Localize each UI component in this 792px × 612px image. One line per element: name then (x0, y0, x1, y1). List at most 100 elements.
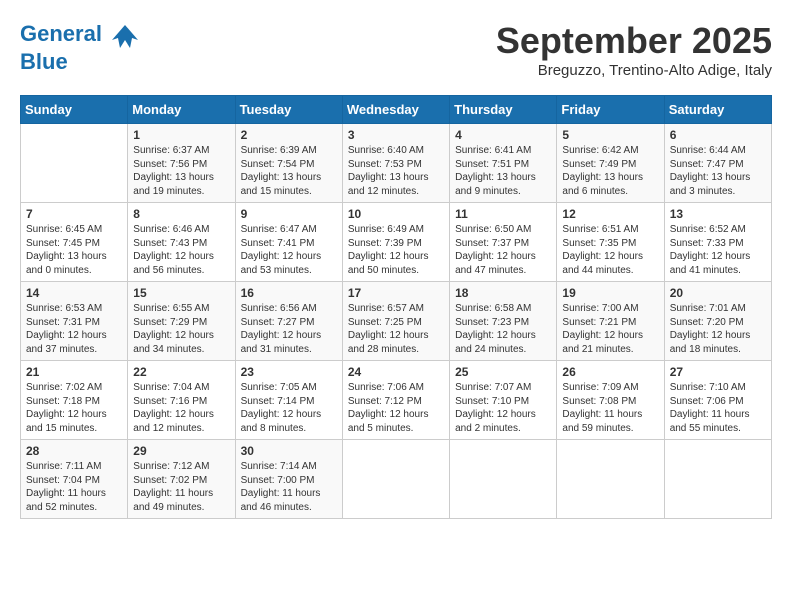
logo-bird-icon (110, 20, 140, 50)
day-number: 16 (241, 286, 337, 300)
calendar-cell: 27Sunrise: 7:10 AM Sunset: 7:06 PM Dayli… (664, 361, 771, 440)
day-number: 29 (133, 444, 229, 458)
day-number: 19 (562, 286, 658, 300)
cell-content: Sunrise: 6:37 AM Sunset: 7:56 PM Dayligh… (133, 144, 229, 198)
day-number: 12 (562, 207, 658, 221)
calendar-header-row: SundayMondayTuesdayWednesdayThursdayFrid… (21, 96, 772, 124)
cell-content: Sunrise: 6:45 AM Sunset: 7:45 PM Dayligh… (26, 223, 122, 277)
calendar-cell: 19 Sunrise: 7:00 AM Sunset: 7:21 PM Dayli… (557, 282, 664, 361)
day-header-tuesday: Tuesday (235, 96, 342, 124)
calendar-cell: 28Sunrise: 7:11 AM Sunset: 7:04 PM Dayli… (21, 440, 128, 519)
calendar-cell: 18 Sunrise: 6:58 AM Sunset: 7:23 PM Dayli… (450, 282, 557, 361)
calendar-cell: 29 Sunrise: 7:12 AM Sunset: 7:02 PM Dayli… (128, 440, 235, 519)
calendar-cell: 21Sunrise: 7:02 AM Sunset: 7:18 PM Dayli… (21, 361, 128, 440)
day-number: 26 (562, 365, 658, 379)
day-number: 27 (670, 365, 766, 379)
calendar-cell: 24 Sunrise: 7:06 AM Sunset: 7:12 PM Dayli… (342, 361, 449, 440)
cell-content: Sunrise: 7:01 AM Sunset: 7:20 PM Dayligh… (670, 302, 766, 356)
day-number: 24 (348, 365, 444, 379)
calendar-cell: 16 Sunrise: 6:56 AM Sunset: 7:27 PM Dayli… (235, 282, 342, 361)
cell-content: Sunrise: 6:58 AM Sunset: 7:23 PM Dayligh… (455, 302, 551, 356)
calendar-cell (342, 440, 449, 519)
day-number: 1 (133, 128, 229, 142)
day-number: 7 (26, 207, 122, 221)
calendar-cell: 2 Sunrise: 6:39 AM Sunset: 7:54 PM Daylig… (235, 124, 342, 203)
calendar-cell (450, 440, 557, 519)
calendar-cell: 12 Sunrise: 6:51 AM Sunset: 7:35 PM Dayli… (557, 203, 664, 282)
cell-content: Sunrise: 6:55 AM Sunset: 7:29 PM Dayligh… (133, 302, 229, 356)
cell-content: Sunrise: 7:04 AM Sunset: 7:16 PM Dayligh… (133, 381, 229, 435)
calendar-cell: 8Sunrise: 6:46 AM Sunset: 7:43 PM Daylig… (128, 203, 235, 282)
week-row-1: 1 Sunrise: 6:37 AM Sunset: 7:56 PM Daylig… (21, 124, 772, 203)
logo-line1: General (20, 21, 102, 46)
calendar-cell: 23 Sunrise: 7:05 AM Sunset: 7:14 PM Dayli… (235, 361, 342, 440)
day-number: 3 (348, 128, 444, 142)
day-number: 22 (133, 365, 229, 379)
cell-content: Sunrise: 6:46 AM Sunset: 7:43 PM Dayligh… (133, 223, 229, 277)
cell-content: Sunrise: 7:12 AM Sunset: 7:02 PM Dayligh… (133, 460, 229, 514)
day-number: 28 (26, 444, 122, 458)
calendar-cell: 26 Sunrise: 7:09 AM Sunset: 7:08 PM Dayli… (557, 361, 664, 440)
calendar-cell (664, 440, 771, 519)
cell-content: Sunrise: 7:07 AM Sunset: 7:10 PM Dayligh… (455, 381, 551, 435)
day-number: 17 (348, 286, 444, 300)
day-number: 2 (241, 128, 337, 142)
calendar-cell: 1 Sunrise: 6:37 AM Sunset: 7:56 PM Daylig… (128, 124, 235, 203)
day-number: 23 (241, 365, 337, 379)
day-header-thursday: Thursday (450, 96, 557, 124)
day-header-saturday: Saturday (664, 96, 771, 124)
calendar-cell: 10Sunrise: 6:49 AM Sunset: 7:39 PM Dayli… (342, 203, 449, 282)
calendar-cell: 4 Sunrise: 6:41 AM Sunset: 7:51 PM Daylig… (450, 124, 557, 203)
calendar-cell: 17Sunrise: 6:57 AM Sunset: 7:25 PM Dayli… (342, 282, 449, 361)
calendar-cell: 9Sunrise: 6:47 AM Sunset: 7:41 PM Daylig… (235, 203, 342, 282)
cell-content: Sunrise: 7:05 AM Sunset: 7:14 PM Dayligh… (241, 381, 337, 435)
cell-content: Sunrise: 6:56 AM Sunset: 7:27 PM Dayligh… (241, 302, 337, 356)
calendar-cell: 14 Sunrise: 6:53 AM Sunset: 7:31 PM Dayli… (21, 282, 128, 361)
day-number: 18 (455, 286, 551, 300)
location-title: Breguzzo, Trentino-Alto Adige, Italy (496, 62, 772, 79)
day-header-monday: Monday (128, 96, 235, 124)
calendar-cell: 3 Sunrise: 6:40 AM Sunset: 7:53 PM Daylig… (342, 124, 449, 203)
calendar-cell: 6 Sunrise: 6:44 AM Sunset: 7:47 PM Daylig… (664, 124, 771, 203)
day-number: 21 (26, 365, 122, 379)
cell-content: Sunrise: 7:14 AM Sunset: 7:00 PM Dayligh… (241, 460, 337, 514)
cell-content: Sunrise: 6:41 AM Sunset: 7:51 PM Dayligh… (455, 144, 551, 198)
day-number: 4 (455, 128, 551, 142)
cell-content: Sunrise: 6:44 AM Sunset: 7:47 PM Dayligh… (670, 144, 766, 198)
calendar-cell (557, 440, 664, 519)
calendar-cell: 30 Sunrise: 7:14 AM Sunset: 7:00 PM Dayli… (235, 440, 342, 519)
day-number: 14 (26, 286, 122, 300)
cell-content: Sunrise: 6:49 AM Sunset: 7:39 PM Dayligh… (348, 223, 444, 277)
week-row-2: 7 Sunrise: 6:45 AM Sunset: 7:45 PM Daylig… (21, 203, 772, 282)
day-number: 13 (670, 207, 766, 221)
day-number: 6 (670, 128, 766, 142)
cell-content: Sunrise: 7:06 AM Sunset: 7:12 PM Dayligh… (348, 381, 444, 435)
calendar-cell: 20 Sunrise: 7:01 AM Sunset: 7:20 PM Dayli… (664, 282, 771, 361)
cell-content: Sunrise: 6:51 AM Sunset: 7:35 PM Dayligh… (562, 223, 658, 277)
calendar-cell: 22 Sunrise: 7:04 AM Sunset: 7:16 PM Dayli… (128, 361, 235, 440)
calendar-cell: 11 Sunrise: 6:50 AM Sunset: 7:37 PM Dayli… (450, 203, 557, 282)
week-row-3: 14 Sunrise: 6:53 AM Sunset: 7:31 PM Dayli… (21, 282, 772, 361)
cell-content: Sunrise: 7:00 AM Sunset: 7:21 PM Dayligh… (562, 302, 658, 356)
calendar-cell: 15Sunrise: 6:55 AM Sunset: 7:29 PM Dayli… (128, 282, 235, 361)
calendar-cell (21, 124, 128, 203)
cell-content: Sunrise: 6:50 AM Sunset: 7:37 PM Dayligh… (455, 223, 551, 277)
day-number: 30 (241, 444, 337, 458)
cell-content: Sunrise: 6:39 AM Sunset: 7:54 PM Dayligh… (241, 144, 337, 198)
cell-content: Sunrise: 6:53 AM Sunset: 7:31 PM Dayligh… (26, 302, 122, 356)
day-header-wednesday: Wednesday (342, 96, 449, 124)
day-number: 11 (455, 207, 551, 221)
day-number: 5 (562, 128, 658, 142)
day-number: 20 (670, 286, 766, 300)
logo-text: General (20, 20, 140, 50)
page-header: General Blue September 2025 Breguzzo, Tr… (20, 20, 772, 79)
logo-line2: Blue (20, 50, 140, 74)
month-title: September 2025 (496, 20, 772, 62)
cell-content: Sunrise: 6:40 AM Sunset: 7:53 PM Dayligh… (348, 144, 444, 198)
day-number: 9 (241, 207, 337, 221)
calendar-cell: 7 Sunrise: 6:45 AM Sunset: 7:45 PM Daylig… (21, 203, 128, 282)
day-header-friday: Friday (557, 96, 664, 124)
cell-content: Sunrise: 6:52 AM Sunset: 7:33 PM Dayligh… (670, 223, 766, 277)
week-row-4: 21Sunrise: 7:02 AM Sunset: 7:18 PM Dayli… (21, 361, 772, 440)
cell-content: Sunrise: 7:09 AM Sunset: 7:08 PM Dayligh… (562, 381, 658, 435)
